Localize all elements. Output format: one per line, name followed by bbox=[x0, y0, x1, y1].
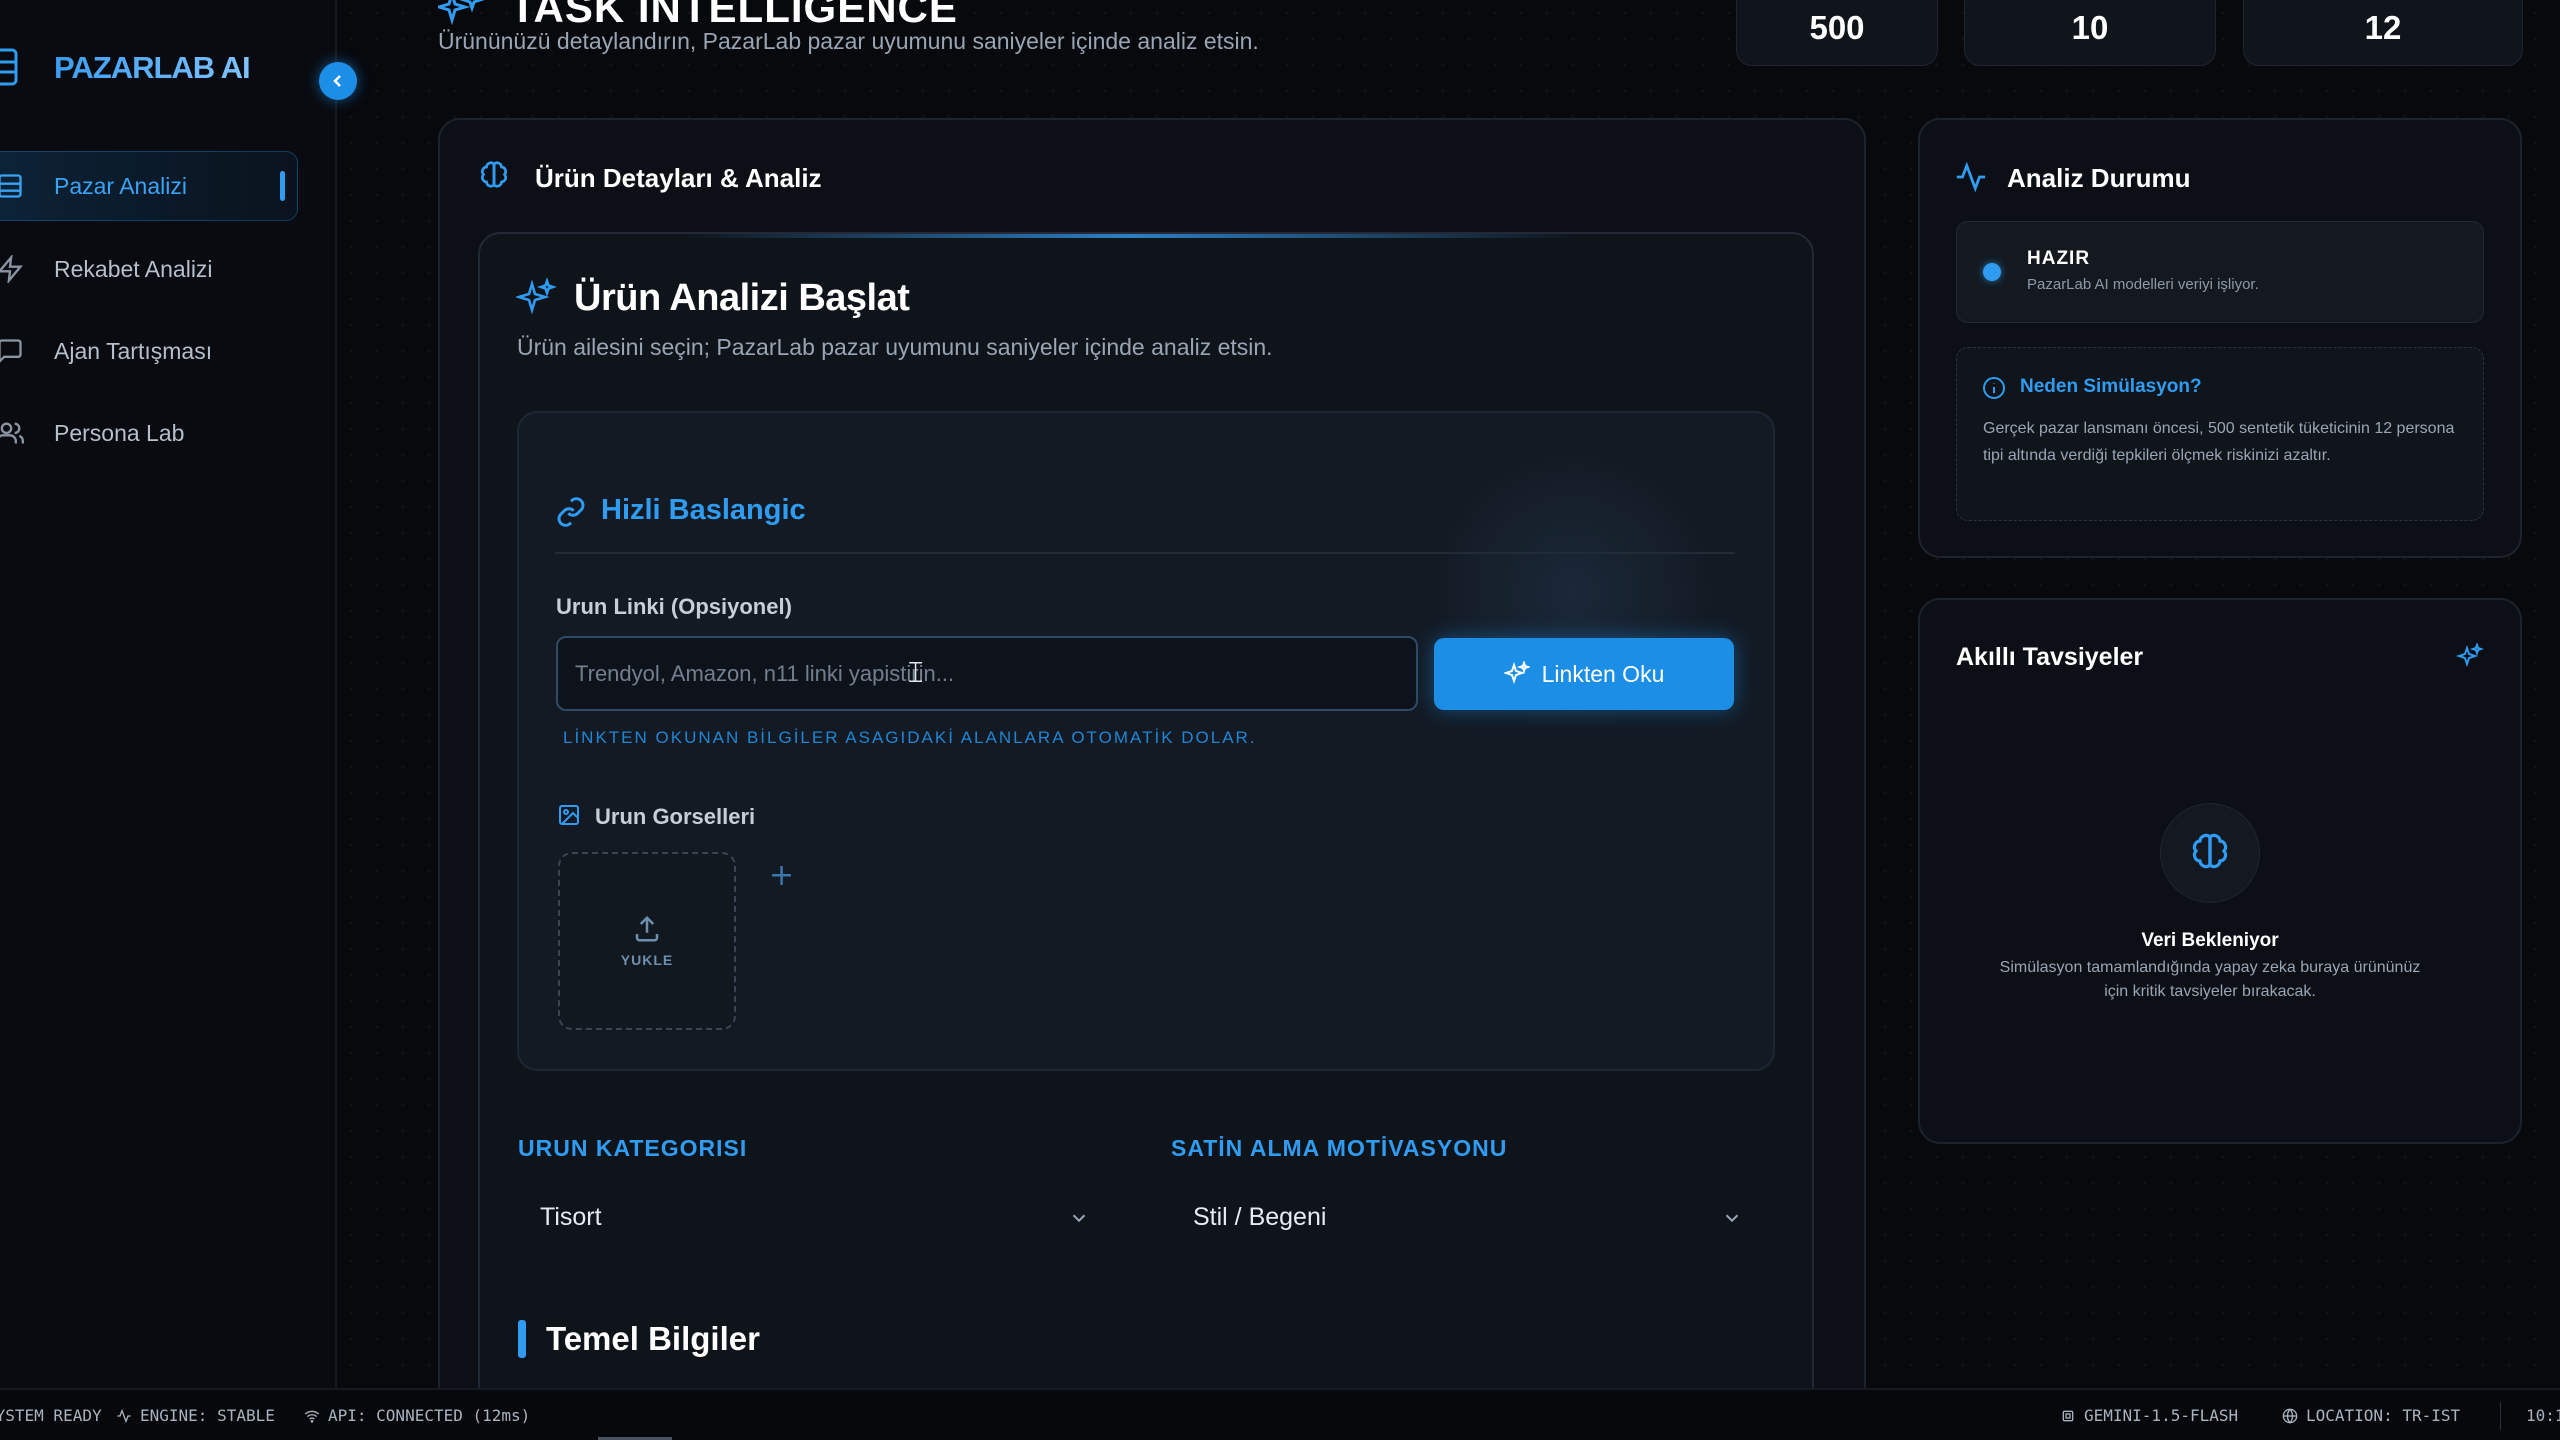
clock-text: 10:1 bbox=[2526, 1406, 2560, 1425]
waiting-indicator bbox=[2160, 803, 2260, 903]
sparkles-icon bbox=[2456, 643, 2484, 668]
chevron-left-icon bbox=[333, 75, 341, 87]
category-label: URUN KATEGORISI bbox=[518, 1135, 748, 1161]
motivation-select[interactable]: Stil / Begeni bbox=[1171, 1190, 1761, 1245]
sidebar-item-label: Pazar Analizi bbox=[54, 172, 187, 199]
clock: 10:1 bbox=[2526, 1406, 2560, 1425]
category-select[interactable]: Tisort bbox=[518, 1190, 1108, 1245]
quick-start-title: Hizli Baslangic bbox=[601, 494, 806, 526]
logo-icon bbox=[0, 48, 18, 86]
system-status-text: SYSTEM READY bbox=[0, 1406, 102, 1425]
model-status-text: GEMINI-1.5-FLASH bbox=[2084, 1406, 2239, 1425]
text-cursor-icon: 𝙸 bbox=[905, 655, 927, 690]
read-link-button[interactable]: Linkten Oku bbox=[1434, 638, 1734, 710]
system-status: SYSTEM READY bbox=[0, 1406, 102, 1425]
sidebar-item-pazar-analizi[interactable]: Pazar Analizi bbox=[0, 151, 298, 221]
sidebar-item-label: Rekabet Analizi bbox=[54, 255, 213, 282]
brand-name: PAZARLAB AI bbox=[54, 50, 251, 85]
waiting-title: Veri Bekleniyor bbox=[2141, 930, 2279, 951]
sidebar: PAZARLAB AI Pazar Analizi Rekabet Analiz… bbox=[0, 0, 337, 1388]
sparkles-icon bbox=[438, 0, 485, 26]
sidebar-item-ajan-tartismasi[interactable]: Ajan Tartışması bbox=[0, 316, 298, 386]
divider bbox=[2500, 1402, 2501, 1430]
stat-consumers: 500 bbox=[1736, 0, 1938, 66]
upload-label: YUKLE bbox=[620, 952, 674, 968]
info-icon bbox=[1983, 377, 2005, 399]
cpu-icon bbox=[2062, 1410, 2074, 1421]
image-icon bbox=[559, 805, 579, 825]
page-subtitle: Ürününüzü detaylandırın, PazarLab pazar … bbox=[438, 28, 1259, 54]
stat-personas: 12 bbox=[2243, 0, 2523, 66]
section-accent-bar bbox=[518, 1320, 526, 1358]
recommendations-title: Akıllı Tavsiyeler bbox=[1956, 643, 2144, 671]
chevron-down-icon bbox=[1072, 1214, 1086, 1222]
panel-title: Ürün Detayları & Analiz bbox=[535, 163, 822, 193]
start-analysis-title: Ürün Analizi Başlat bbox=[574, 277, 910, 319]
add-image-button[interactable]: + bbox=[769, 858, 794, 893]
stat-agents: 10 bbox=[1964, 0, 2216, 66]
basic-info-title: Temel Bilgiler bbox=[546, 1320, 760, 1357]
api-status: API: CONNECTED (12ms) bbox=[304, 1406, 530, 1425]
image-upload-button[interactable]: YUKLE bbox=[558, 852, 736, 1030]
engine-status: ENGINE: STABLE bbox=[116, 1406, 275, 1425]
divider bbox=[555, 552, 1735, 554]
engine-status-text: ENGINE: STABLE bbox=[140, 1406, 275, 1425]
status-dot bbox=[1983, 263, 2001, 281]
status-bar: SYSTEM READY ENGINE: STABLE API: CONNECT… bbox=[0, 1388, 2560, 1440]
api-status-text: API: CONNECTED (12ms) bbox=[328, 1406, 531, 1425]
ready-status-box bbox=[1956, 221, 2484, 323]
sidebar-item-rekabet-analizi[interactable]: Rekabet Analizi bbox=[0, 234, 298, 304]
category-value: Tisort bbox=[540, 1203, 602, 1231]
link-icon bbox=[557, 497, 585, 527]
wifi-icon bbox=[304, 1410, 320, 1423]
why-simulation-title: Neden Simülasyon? bbox=[2020, 376, 2202, 397]
waiting-description: Simülasyon tamamlandığında yapay zeka bu… bbox=[1999, 959, 2421, 1000]
users-icon bbox=[0, 422, 24, 444]
model-status: GEMINI-1.5-FLASH bbox=[2060, 1406, 2238, 1425]
location-status: LOCATION: TR-IST bbox=[2282, 1406, 2460, 1425]
layout-icon bbox=[0, 174, 22, 198]
sparkles-icon bbox=[516, 278, 556, 315]
message-square-icon bbox=[0, 339, 22, 363]
upload-icon bbox=[635, 915, 659, 942]
sidebar-item-label: Persona Lab bbox=[54, 419, 185, 446]
motivation-value: Stil / Begeni bbox=[1193, 1203, 1327, 1231]
sidebar-collapse-button[interactable] bbox=[319, 62, 357, 100]
sidebar-item-persona-lab[interactable]: Persona Lab bbox=[0, 398, 298, 468]
product-images-label: Urun Gorselleri bbox=[595, 804, 756, 829]
start-analysis-subtitle: Ürün ailesini seçin; PazarLab pazar uyum… bbox=[517, 334, 1273, 360]
brain-icon bbox=[2192, 833, 2228, 869]
link-hint: LİNKTEN OKUNAN BİLGİLER ASAGIDAKİ ALANLA… bbox=[563, 728, 1257, 747]
globe-icon bbox=[2282, 1408, 2298, 1424]
analysis-status-title: Analiz Durumu bbox=[2007, 163, 2191, 193]
chevron-down-icon bbox=[1725, 1214, 1739, 1222]
product-link-label: Urun Linki (Opsiyonel) bbox=[556, 594, 792, 619]
product-link-input[interactable] bbox=[556, 636, 1418, 711]
activity-icon bbox=[117, 1408, 131, 1423]
brain-icon bbox=[481, 161, 507, 188]
sidebar-item-label: Ajan Tartışması bbox=[54, 337, 213, 364]
location-status-text: LOCATION: TR-IST bbox=[2306, 1406, 2461, 1425]
why-simulation-text: Gerçek pazar lansmanı öncesi, 500 sentet… bbox=[1983, 420, 2455, 464]
ready-title: HAZIR bbox=[2027, 248, 2091, 269]
motivation-label: SATİN ALMA MOTİVASYONU bbox=[1171, 1135, 1508, 1161]
activity-icon bbox=[1956, 161, 1986, 193]
active-indicator bbox=[280, 171, 285, 201]
sparkles-icon bbox=[1503, 661, 1530, 685]
zap-icon bbox=[0, 255, 23, 283]
read-link-label: Linkten Oku bbox=[1541, 660, 1665, 687]
card-glow bbox=[680, 234, 1580, 238]
ready-subtitle: PazarLab AI modelleri veriyi işliyor. bbox=[2027, 276, 2259, 293]
